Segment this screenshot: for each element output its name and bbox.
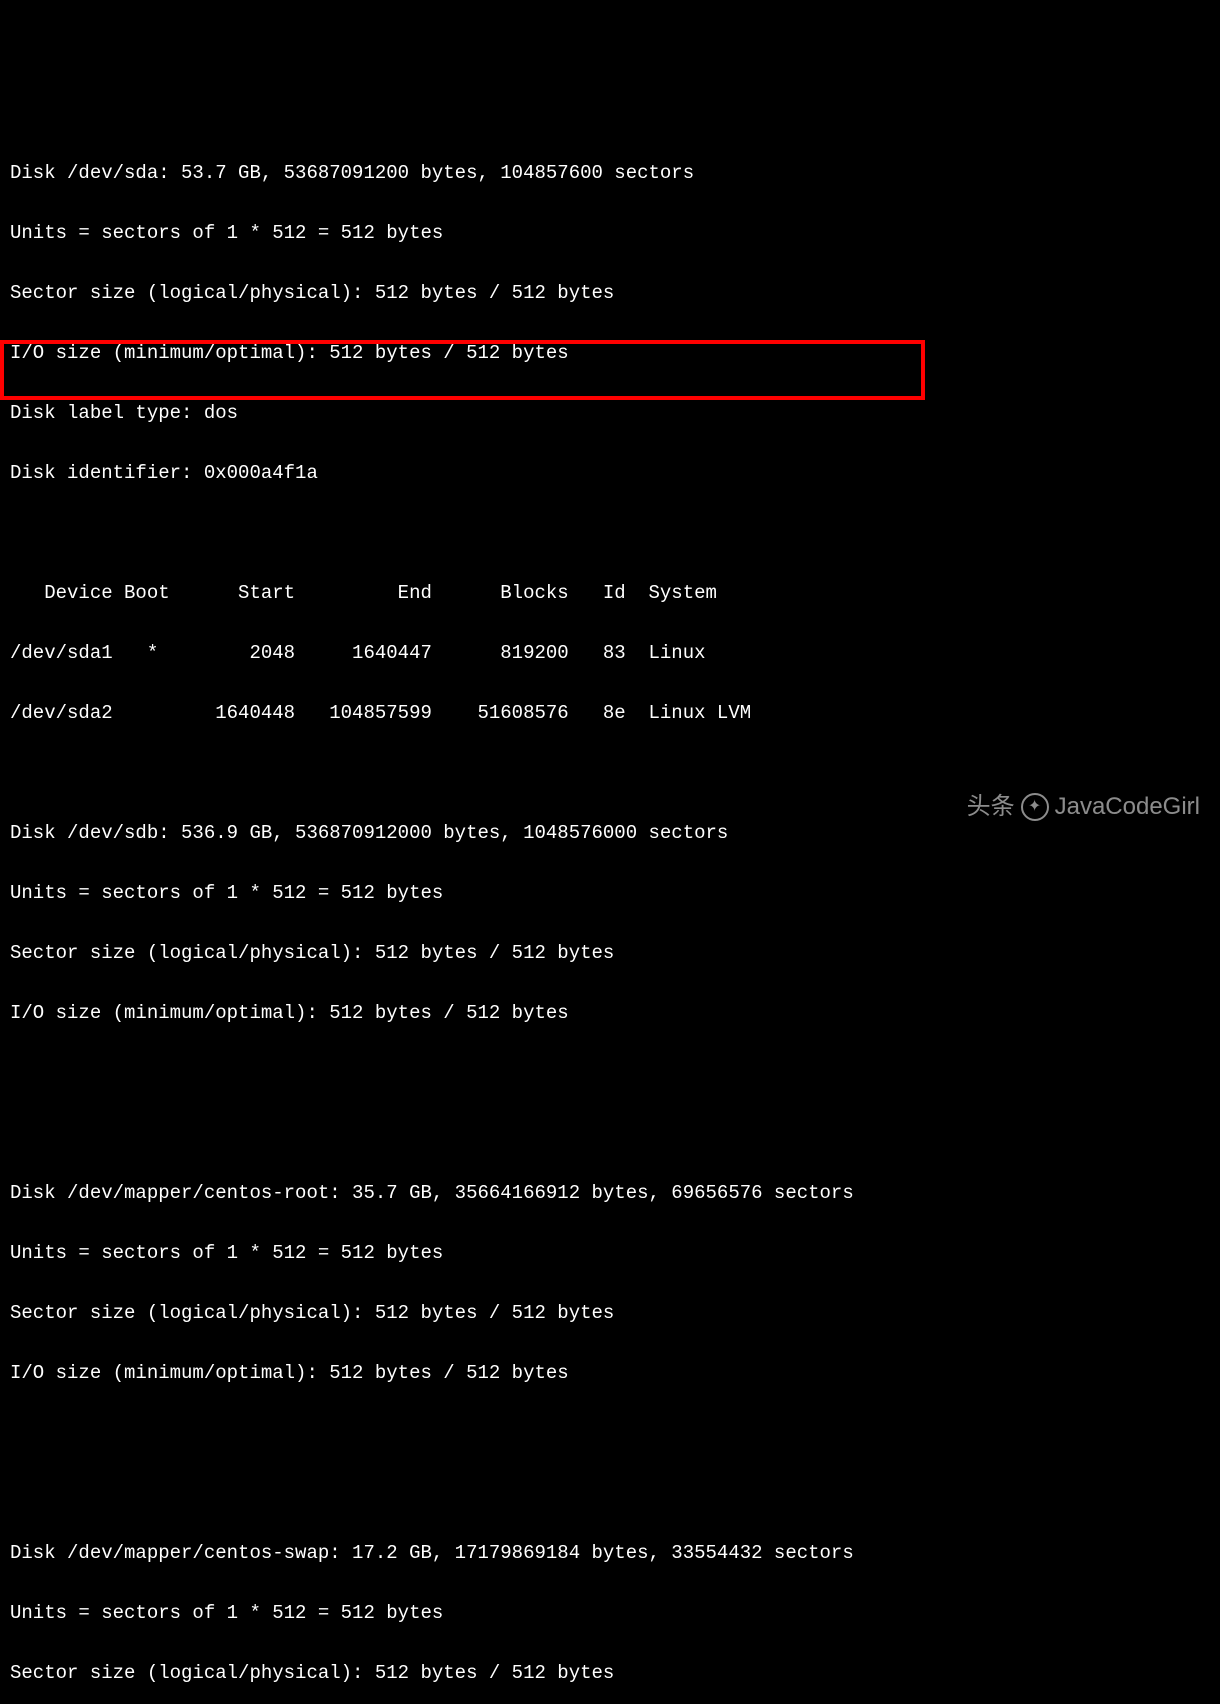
disk-mapper-root-header: Disk /dev/mapper/centos-root: 35.7 GB, 3… <box>10 1178 1210 1208</box>
disk-sda-label-type: Disk label type: dos <box>10 398 1210 428</box>
disk-sdb-io: I/O size (minimum/optimal): 512 bytes / … <box>10 998 1210 1028</box>
blank-line <box>10 1478 1210 1508</box>
partition-row-sda1: /dev/sda1 * 2048 1640447 819200 83 Linux <box>10 638 1210 668</box>
disk-sdb-sector: Sector size (logical/physical): 512 byte… <box>10 938 1210 968</box>
disk-mapper-swap-units: Units = sectors of 1 * 512 = 512 bytes <box>10 1598 1210 1628</box>
disk-sda-sector: Sector size (logical/physical): 512 byte… <box>10 278 1210 308</box>
partition-row-sda2: /dev/sda2 1640448 104857599 51608576 8e … <box>10 698 1210 728</box>
disk-sdb-header: Disk /dev/sdb: 536.9 GB, 536870912000 by… <box>10 818 1210 848</box>
blank-line <box>10 1118 1210 1148</box>
blank-line <box>10 758 1210 788</box>
terminal-output: Disk /dev/sda: 53.7 GB, 53687091200 byte… <box>10 128 1210 1704</box>
partition-table-header: Device Boot Start End Blocks Id System <box>10 578 1210 608</box>
disk-mapper-swap-sector: Sector size (logical/physical): 512 byte… <box>10 1658 1210 1688</box>
disk-sda-header: Disk /dev/sda: 53.7 GB, 53687091200 byte… <box>10 158 1210 188</box>
disk-mapper-swap-header: Disk /dev/mapper/centos-swap: 17.2 GB, 1… <box>10 1538 1210 1568</box>
disk-mapper-root-units: Units = sectors of 1 * 512 = 512 bytes <box>10 1238 1210 1268</box>
disk-sda-io: I/O size (minimum/optimal): 512 bytes / … <box>10 338 1210 368</box>
disk-sda-identifier: Disk identifier: 0x000a4f1a <box>10 458 1210 488</box>
blank-line <box>10 1058 1210 1088</box>
disk-mapper-root-io: I/O size (minimum/optimal): 512 bytes / … <box>10 1358 1210 1388</box>
blank-line <box>10 518 1210 548</box>
disk-sda-units: Units = sectors of 1 * 512 = 512 bytes <box>10 218 1210 248</box>
disk-sdb-units: Units = sectors of 1 * 512 = 512 bytes <box>10 878 1210 908</box>
blank-line <box>10 1418 1210 1448</box>
disk-mapper-root-sector: Sector size (logical/physical): 512 byte… <box>10 1298 1210 1328</box>
